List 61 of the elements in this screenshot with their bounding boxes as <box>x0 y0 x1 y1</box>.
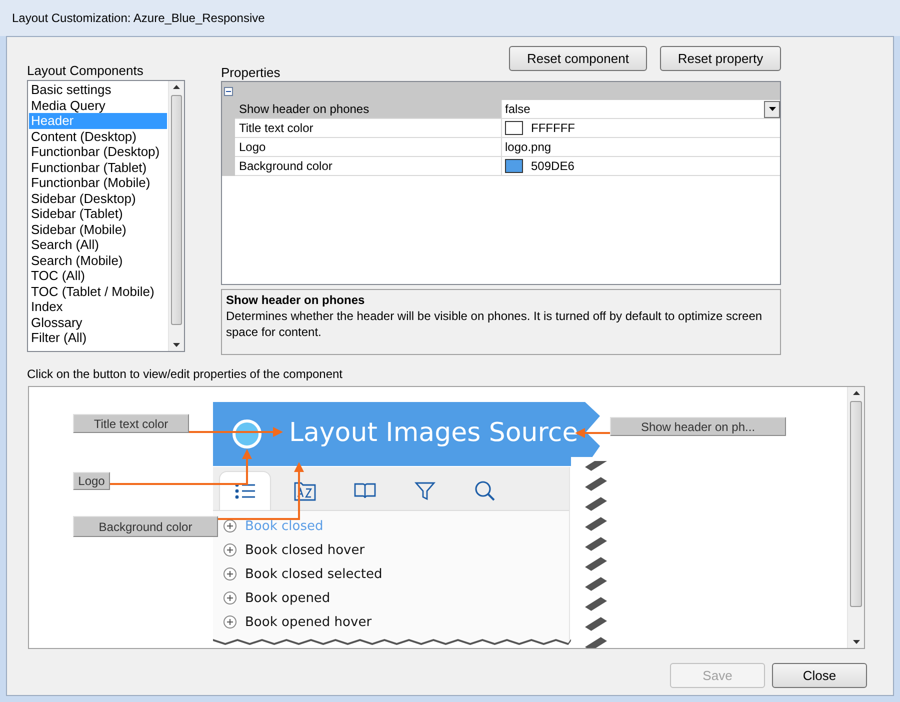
toc-tab[interactable] <box>219 471 271 510</box>
description-title: Show header on phones <box>226 293 366 307</box>
callout-button[interactable]: Background color <box>73 516 218 537</box>
instruction-text: Click on the button to view/edit properties of the component <box>27 367 344 382</box>
description-text: Determines whether the header will be visible on phones. It is turned off by default to optimize screen space for content. <box>226 308 764 340</box>
caret-icon <box>768 107 776 111</box>
section-label: Properties <box>221 64 280 81</box>
list-item[interactable]: Media Query <box>29 98 167 113</box>
section-label: Layout Components <box>27 62 144 79</box>
property-name[interactable]: Background color <box>235 157 502 176</box>
vertical-scrollbar[interactable] <box>847 387 864 648</box>
scroll-down-icon[interactable] <box>173 343 180 347</box>
list-item[interactable]: Sidebar (Desktop) <box>29 190 167 206</box>
list-item[interactable]: Glossary <box>29 314 167 330</box>
logo-icon <box>232 419 262 449</box>
list-item[interactable]: Functionbar (Tablet) <box>29 160 167 175</box>
scroll-down-icon[interactable] <box>852 640 860 644</box>
arrow <box>575 428 610 438</box>
property-value[interactable]: 509DE6 <box>502 157 780 176</box>
list-item[interactable]: Search (Mobile) <box>29 252 167 268</box>
property-name[interactable]: Show header on phones <box>235 100 502 119</box>
list-item[interactable]: TOC (Tablet / Mobile) <box>29 284 167 299</box>
property-value[interactable]: FFFFFF <box>502 119 780 138</box>
close-button[interactable]: Close <box>772 663 867 688</box>
callout-button[interactable]: Title text color <box>73 414 189 433</box>
property-name[interactable]: Logo <box>235 138 502 157</box>
vertical-scrollbar[interactable] <box>168 81 184 351</box>
property-name[interactable]: Title text color <box>235 119 502 138</box>
dropdown-button[interactable] <box>764 100 780 118</box>
expand-icon[interactable] <box>223 615 237 629</box>
reset-button[interactable]: Reset component <box>509 46 647 71</box>
expand-icon[interactable] <box>223 543 237 557</box>
toc-item[interactable]: Book opened <box>245 590 330 606</box>
list-item[interactable]: Basic settings <box>29 82 167 98</box>
list-item[interactable]: Functionbar (Mobile) <box>29 175 167 190</box>
reset-button[interactable]: Reset property <box>660 46 781 71</box>
search-icon <box>473 480 497 502</box>
list-item[interactable]: Sidebar (Mobile) <box>29 222 167 237</box>
scroll-up-icon[interactable] <box>852 391 860 395</box>
toc-item[interactable]: Book closed selected <box>245 566 382 582</box>
callout-button[interactable]: Logo <box>73 472 110 490</box>
list-item[interactable]: TOC (All) <box>29 268 167 284</box>
list-item[interactable]: Index <box>29 299 167 314</box>
expand-icon[interactable] <box>223 519 237 533</box>
sort-icon <box>293 480 317 502</box>
expand-icon[interactable] <box>223 591 237 605</box>
window-title: Layout Customization: Azure_Blue_Responsive <box>12 11 265 25</box>
list-item[interactable]: Search (All) <box>29 237 167 252</box>
list-item[interactable]: Content (Desktop) <box>29 128 167 144</box>
callout-button[interactable]: Show header on ph... <box>610 417 786 436</box>
property-value[interactable]: false <box>502 100 780 119</box>
expand-icon[interactable] <box>223 567 237 581</box>
collapse-icon[interactable] <box>224 86 233 96</box>
toc-item[interactable]: Book closed hover <box>245 542 365 558</box>
toc-item[interactable]: Book opened hover <box>245 614 372 630</box>
filter-icon <box>413 480 437 502</box>
header-title: Layout Images Source <box>289 417 578 450</box>
list-item[interactable]: Filter (All) <box>29 330 167 346</box>
scroll-up-icon[interactable] <box>173 85 180 89</box>
list-item[interactable]: Sidebar (Tablet) <box>29 206 167 222</box>
list-item[interactable]: Functionbar (Desktop) <box>29 144 167 160</box>
